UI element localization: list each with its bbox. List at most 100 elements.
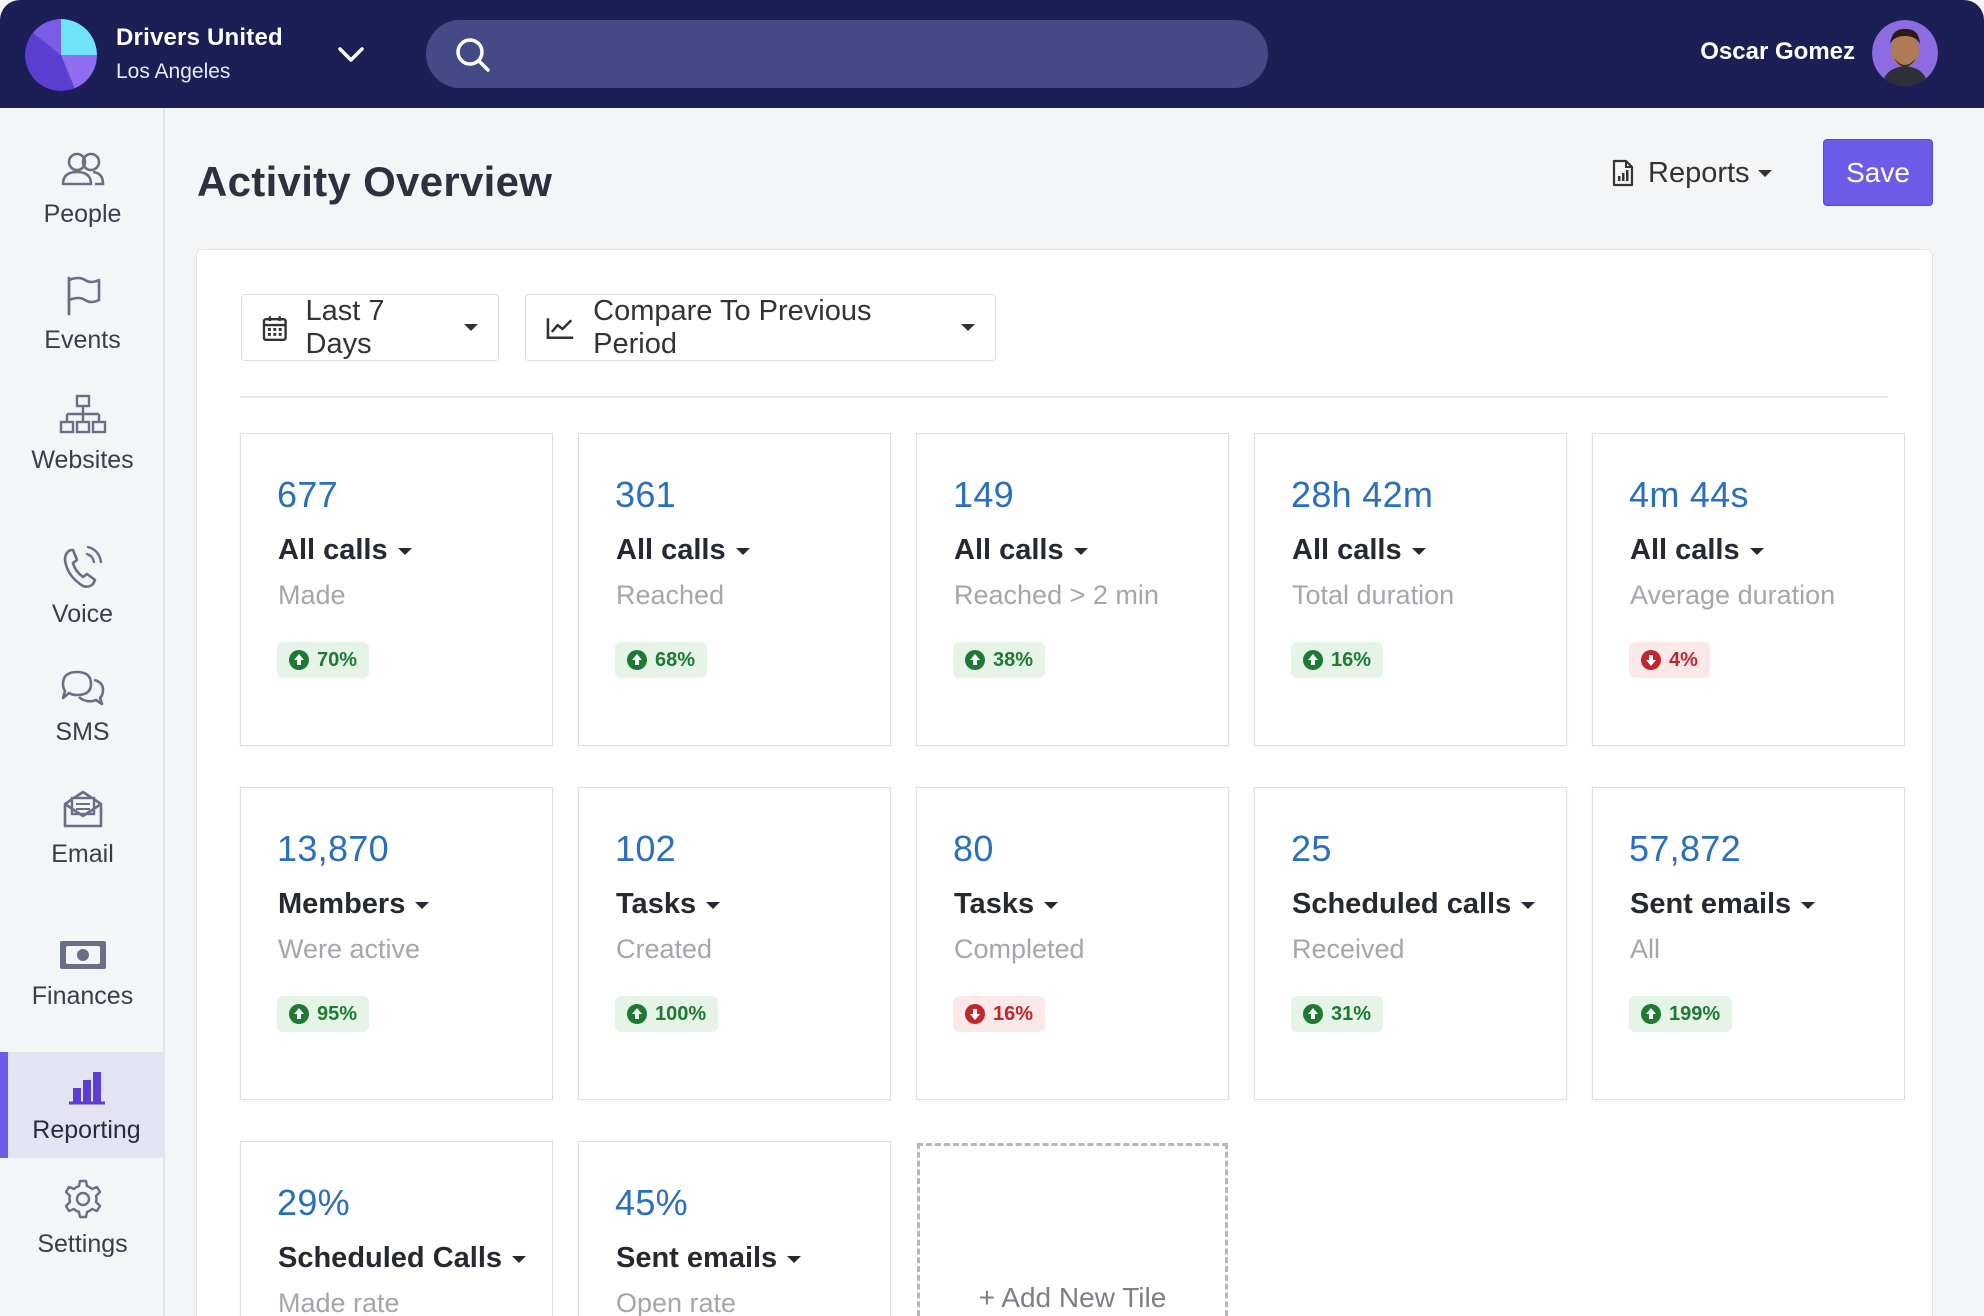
tile-metric-label: Tasks: [954, 888, 1035, 920]
date-range-label: Last 7 Days: [305, 294, 385, 360]
arrow-up-circle-icon: [627, 650, 647, 670]
stat-tile[interactable]: 149 All calls Reached > 2 min 38%: [916, 433, 1229, 746]
stat-tile[interactable]: 57,872 Sent emails All 199%: [1592, 787, 1905, 1100]
change-value: 100%: [655, 1002, 707, 1025]
tile-subtitle: Reached > 2 min: [954, 580, 1159, 610]
stat-tile[interactable]: 45% Sent emails Open rate: [578, 1141, 891, 1316]
change-value: 68%: [655, 648, 696, 671]
bar-chart-icon: [68, 1072, 105, 1105]
tile-metric-dropdown[interactable]: Scheduled Calls: [278, 1242, 527, 1275]
caret-down-icon: [464, 324, 478, 331]
tile-metric-label: All calls: [1630, 534, 1740, 566]
change-badge: 31%: [1291, 996, 1384, 1032]
sidebar-item-email[interactable]: Email: [0, 788, 165, 869]
sidebar-item-voice[interactable]: Voice: [0, 544, 165, 629]
stat-tile[interactable]: 29% Scheduled Calls Made rate: [240, 1141, 553, 1316]
arrow-up-circle-icon: [289, 650, 309, 670]
chevron-down-icon[interactable]: [334, 38, 368, 72]
tile-subtitle: Completed: [954, 934, 1085, 964]
tile-metric-label: All calls: [1292, 534, 1402, 566]
tile-metric-dropdown[interactable]: Sent emails: [1630, 888, 1816, 921]
compare-period-dropdown[interactable]: Compare To Previous Period: [525, 294, 996, 361]
line-chart-icon: [546, 317, 574, 339]
date-range-dropdown[interactable]: Last 7 Days: [241, 294, 499, 361]
tile-subtitle: Were active: [278, 934, 421, 964]
stat-tile[interactable]: 80 Tasks Completed 16%: [916, 787, 1229, 1100]
tile-metric-label: Scheduled Calls: [278, 1242, 503, 1274]
sidebar-item-reporting[interactable]: Reporting: [0, 1052, 165, 1158]
sidebar-item-people[interactable]: People: [0, 150, 165, 229]
tile-metric-label: Members: [278, 888, 406, 920]
arrow-up-circle-icon: [1303, 650, 1323, 670]
sidebar-item-label: SMS: [55, 718, 110, 746]
stat-tile[interactable]: 13,870 Members Were active 95%: [240, 787, 553, 1100]
stat-tile[interactable]: 677 All calls Made 70%: [240, 433, 553, 746]
tile-value: 149: [953, 474, 1014, 515]
tile-metric-dropdown[interactable]: All calls: [1292, 534, 1426, 567]
tile-value: 4m 44s: [1629, 474, 1749, 515]
caret-down-icon: [415, 901, 430, 909]
tile-metric-dropdown[interactable]: Scheduled calls: [1292, 888, 1536, 921]
search-icon[interactable]: [454, 36, 492, 74]
org-logo[interactable]: [25, 19, 97, 91]
change-badge: 95%: [277, 996, 370, 1032]
top-bar: Drivers United Los Angeles Oscar Gomez: [0, 0, 1984, 108]
reports-dropdown[interactable]: Reports: [1612, 150, 1772, 196]
chat-icon: [61, 670, 104, 706]
change-value: 4%: [1669, 648, 1698, 671]
add-new-tile-button[interactable]: + Add New Tile: [917, 1143, 1228, 1316]
sidebar: People Events Websites Voice SMS Email F…: [0, 108, 165, 1316]
change-value: 16%: [993, 1002, 1034, 1025]
stat-tile[interactable]: 28h 42m All calls Total duration 16%: [1254, 433, 1567, 746]
search-bar: [426, 20, 1268, 88]
arrow-up-circle-icon: [289, 1004, 309, 1024]
caret-down-icon: [1521, 901, 1536, 909]
tile-metric-dropdown[interactable]: All calls: [278, 534, 412, 567]
stat-tile[interactable]: 361 All calls Reached 68%: [578, 433, 891, 746]
arrow-up-circle-icon: [965, 650, 985, 670]
search-input[interactable]: [510, 20, 1250, 88]
change-badge: 16%: [953, 996, 1046, 1032]
tile-subtitle: Reached: [616, 580, 725, 610]
stat-tile[interactable]: 102 Tasks Created 100%: [578, 787, 891, 1100]
tile-value: 45%: [615, 1182, 688, 1223]
change-badge: 100%: [615, 996, 719, 1032]
tile-metric-dropdown[interactable]: Tasks: [616, 888, 721, 921]
stat-tile[interactable]: 25 Scheduled calls Received 31%: [1254, 787, 1567, 1100]
change-value: 95%: [317, 1002, 358, 1025]
email-icon: [63, 790, 102, 828]
sidebar-item-label: Settings: [37, 1230, 128, 1258]
tile-metric-dropdown[interactable]: Members: [278, 888, 430, 921]
tile-value: 57,872: [1629, 828, 1741, 869]
sidebar-item-label: Finances: [31, 982, 134, 1010]
tile-value: 13,870: [277, 828, 389, 869]
caret-down-icon: [1411, 547, 1426, 555]
document-chart-icon: [1612, 159, 1634, 187]
tile-subtitle: Average duration: [1630, 580, 1836, 610]
tile-metric-dropdown[interactable]: Tasks: [954, 888, 1059, 921]
tile-subtitle: Made: [278, 580, 346, 610]
tile-metric-dropdown[interactable]: All calls: [1630, 534, 1764, 567]
arrow-up-circle-icon: [1641, 1004, 1661, 1024]
avatar[interactable]: [1872, 20, 1938, 86]
stat-tile[interactable]: 4m 44s All calls Average duration 4%: [1592, 433, 1905, 746]
arrow-down-circle-icon: [965, 1004, 985, 1024]
user-name[interactable]: Oscar Gomez: [1700, 38, 1855, 66]
sidebar-item-settings[interactable]: Settings: [0, 1178, 165, 1259]
phone-icon: [63, 545, 102, 588]
arrow-up-circle-icon: [1303, 1004, 1323, 1024]
sidebar-item-events[interactable]: Events: [0, 274, 165, 355]
tile-subtitle: All: [1630, 934, 1661, 964]
tile-metric-label: Tasks: [616, 888, 697, 920]
save-button[interactable]: Save: [1823, 139, 1933, 206]
tile-value: 28h 42m: [1291, 474, 1434, 515]
sitemap-icon: [59, 394, 106, 434]
tile-metric-dropdown[interactable]: Sent emails: [616, 1242, 802, 1275]
tile-metric-dropdown[interactable]: All calls: [954, 534, 1088, 567]
sidebar-item-sms[interactable]: SMS: [0, 668, 165, 747]
org-switcher[interactable]: Drivers United Los Angeles: [116, 24, 283, 84]
sidebar-item-finances[interactable]: Finances: [0, 938, 165, 1011]
sidebar-item-websites[interactable]: Websites: [0, 394, 165, 475]
caret-down-icon: [1073, 547, 1088, 555]
tile-metric-dropdown[interactable]: All calls: [616, 534, 750, 567]
